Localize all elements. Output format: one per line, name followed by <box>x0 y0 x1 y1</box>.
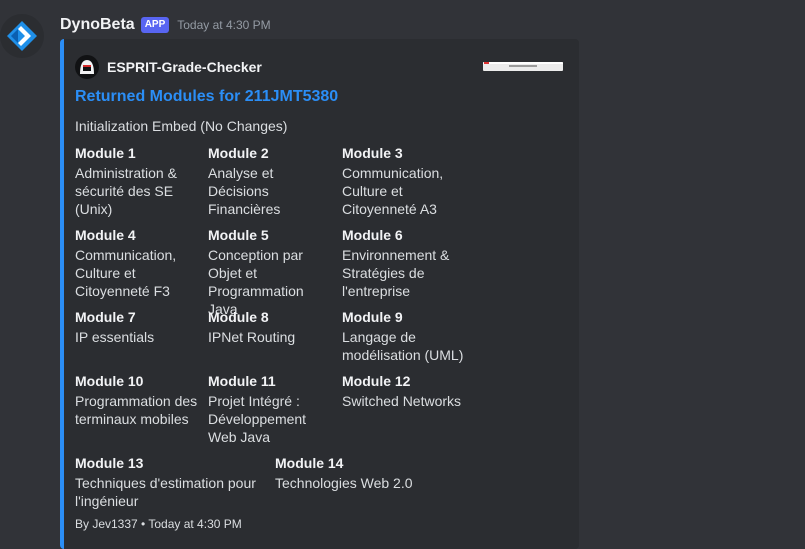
field-name: Module 9 <box>342 309 403 325</box>
embed-field: Module 13 Techniques d'estimation pour l… <box>75 454 265 510</box>
field-name: Module 11 <box>208 373 276 389</box>
message-header: DynoBeta APP Today at 4:30 PM <box>60 16 271 34</box>
field-name: Module 13 <box>75 455 144 471</box>
embed-field: Module 5 Conception par Objet et Program… <box>208 226 336 318</box>
embed-field: Module 4 Communication, Culture et Citoy… <box>75 226 203 300</box>
field-name: Module 12 <box>342 373 411 389</box>
field-name: Module 6 <box>342 227 403 243</box>
embed-field: Module 12 Switched Networks <box>342 372 467 410</box>
embed-field: Module 9 Langage de modélisation (UML) <box>342 308 467 364</box>
embed-field: Module 3 Communication, Culture et Citoy… <box>342 144 467 218</box>
embed: ESPRIT-Grade-Checker Returned Modules fo… <box>60 39 579 549</box>
field-value: Langage de modélisation (UML) <box>342 329 464 363</box>
embed-field: Module 7 IP essentials <box>75 308 203 346</box>
field-value: IP essentials <box>75 329 155 345</box>
embed-description: Initialization Embed (No Changes) <box>75 118 288 134</box>
field-name: Module 14 <box>275 455 344 471</box>
app-badge: APP <box>140 17 170 33</box>
embed-field: Module 1 Administration & sécurité des S… <box>75 144 203 218</box>
field-value: IPNet Routing <box>208 329 296 345</box>
field-name: Module 4 <box>75 227 136 243</box>
field-name: Module 2 <box>208 145 269 161</box>
field-name: Module 1 <box>75 145 136 161</box>
field-name: Module 8 <box>208 309 269 325</box>
embed-title[interactable]: Returned Modules for 211JMT5380 <box>75 88 338 106</box>
embed-field: Module 6 Environnement & Stratégies de l… <box>342 226 467 300</box>
embed-field: Module 2 Analyse et Décisions Financière… <box>208 144 336 218</box>
field-value: Projet Intégré : Développement Web Java <box>208 393 307 445</box>
field-name: Module 5 <box>208 227 269 243</box>
field-value: Programmation des terminaux mobiles <box>75 393 198 427</box>
field-value: Technologies Web 2.0 <box>275 475 413 491</box>
field-value: Switched Networks <box>342 393 462 409</box>
embed-footer: By Jev1337 • Today at 4:30 PM <box>75 517 242 531</box>
field-value: Techniques d'estimation pour l'ingénieur <box>75 475 256 509</box>
embed-field: Module 11 Projet Intégré : Développement… <box>208 372 336 446</box>
field-name: Module 7 <box>75 309 136 325</box>
embed-field: Module 8 IPNet Routing <box>208 308 336 346</box>
bot-avatar[interactable] <box>0 14 44 58</box>
username[interactable]: DynoBeta <box>60 16 135 34</box>
embed-author: ESPRIT-Grade-Checker <box>75 55 262 79</box>
embed-thumbnail[interactable] <box>483 62 563 71</box>
field-name: Module 3 <box>342 145 403 161</box>
field-value: Communication, Culture et Citoyenneté F3 <box>75 247 177 299</box>
message-timestamp[interactable]: Today at 4:30 PM <box>177 18 270 32</box>
author-icon <box>75 55 99 79</box>
field-name: Module 10 <box>75 373 144 389</box>
field-value: Environnement & Stratégies de l'entrepri… <box>342 247 450 299</box>
field-value: Analyse et Décisions Financières <box>208 165 281 217</box>
field-value: Administration & sécurité des SE (Unix) <box>75 165 177 217</box>
dyno-logo-icon <box>7 21 37 51</box>
embed-author-name: ESPRIT-Grade-Checker <box>107 59 262 75</box>
embed-field: Module 14 Technologies Web 2.0 <box>275 454 465 492</box>
hooded-figure-icon <box>80 60 94 74</box>
embed-field: Module 10 Programmation des terminaux mo… <box>75 372 203 428</box>
field-value: Communication, Culture et Citoyenneté A3 <box>342 165 444 217</box>
